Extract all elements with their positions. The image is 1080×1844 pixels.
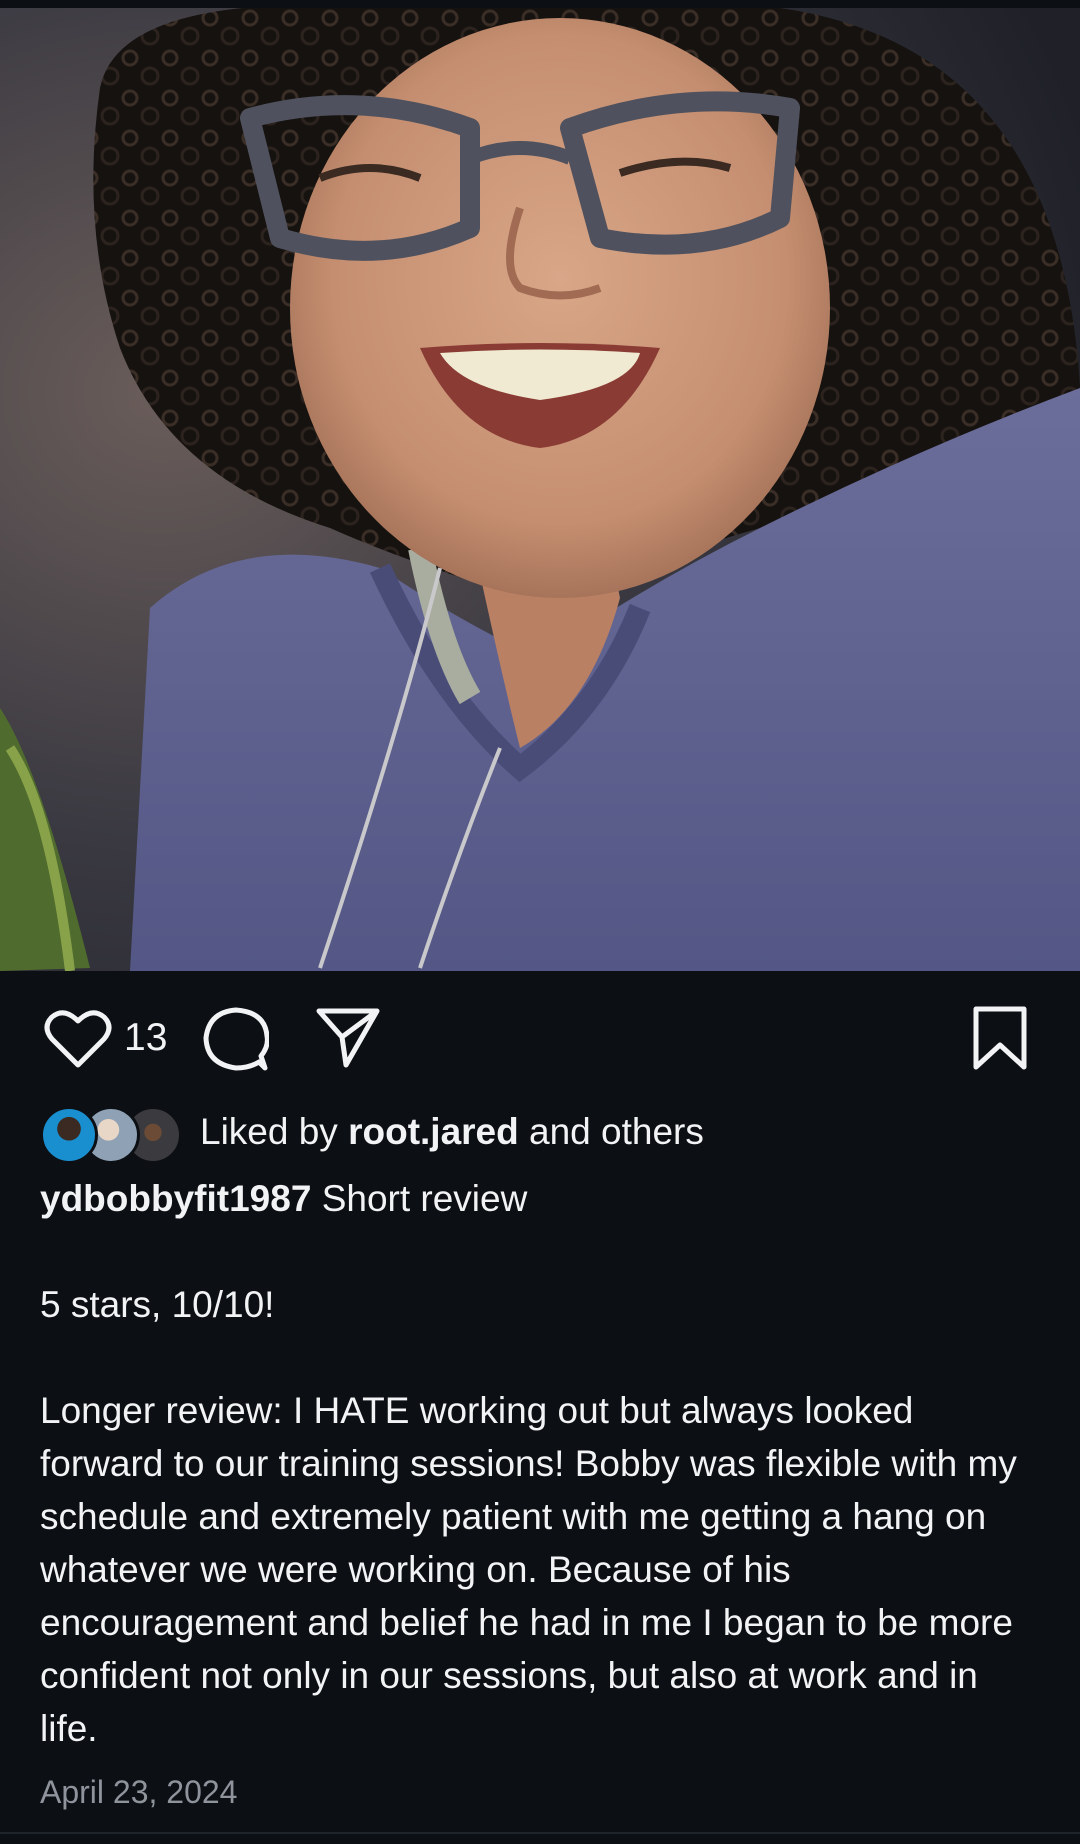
post-photo-illustration (0, 8, 1080, 971)
liked-by-user[interactable]: root.jared (348, 1111, 519, 1152)
liked-by-row[interactable]: Liked by root.jared and others (40, 1102, 1040, 1164)
divider (0, 1832, 1080, 1834)
liked-by-text: Liked by root.jared and others (200, 1108, 704, 1156)
bookmark-icon[interactable] (972, 1005, 1028, 1071)
caption-title: Short review (321, 1178, 528, 1219)
comment-bubble-icon[interactable] (203, 1006, 269, 1072)
heart-outline-icon[interactable] (44, 1007, 112, 1069)
post-actions-bar: 13 (0, 971, 1080, 1101)
avatar (40, 1106, 98, 1164)
caption-body: Longer review: I HATE working out but al… (40, 1390, 1017, 1749)
paper-plane-icon[interactable] (316, 1007, 380, 1069)
post-date: April 23, 2024 (40, 1774, 238, 1810)
caption-username[interactable]: ydbobbyfit1987 (40, 1178, 311, 1219)
like-count[interactable]: 13 (124, 1015, 167, 1061)
top-edge (0, 0, 1080, 8)
post-photo[interactable] (0, 8, 1080, 971)
liked-by-prefix: Liked by (200, 1111, 349, 1152)
liked-by-suffix: and others (518, 1111, 704, 1152)
liker-avatars (40, 1106, 182, 1164)
caption-rating-line: 5 stars, 10/10! (40, 1284, 275, 1325)
post-caption: ydbobbyfit1987 Short review 5 stars, 10/… (40, 1172, 1040, 1755)
